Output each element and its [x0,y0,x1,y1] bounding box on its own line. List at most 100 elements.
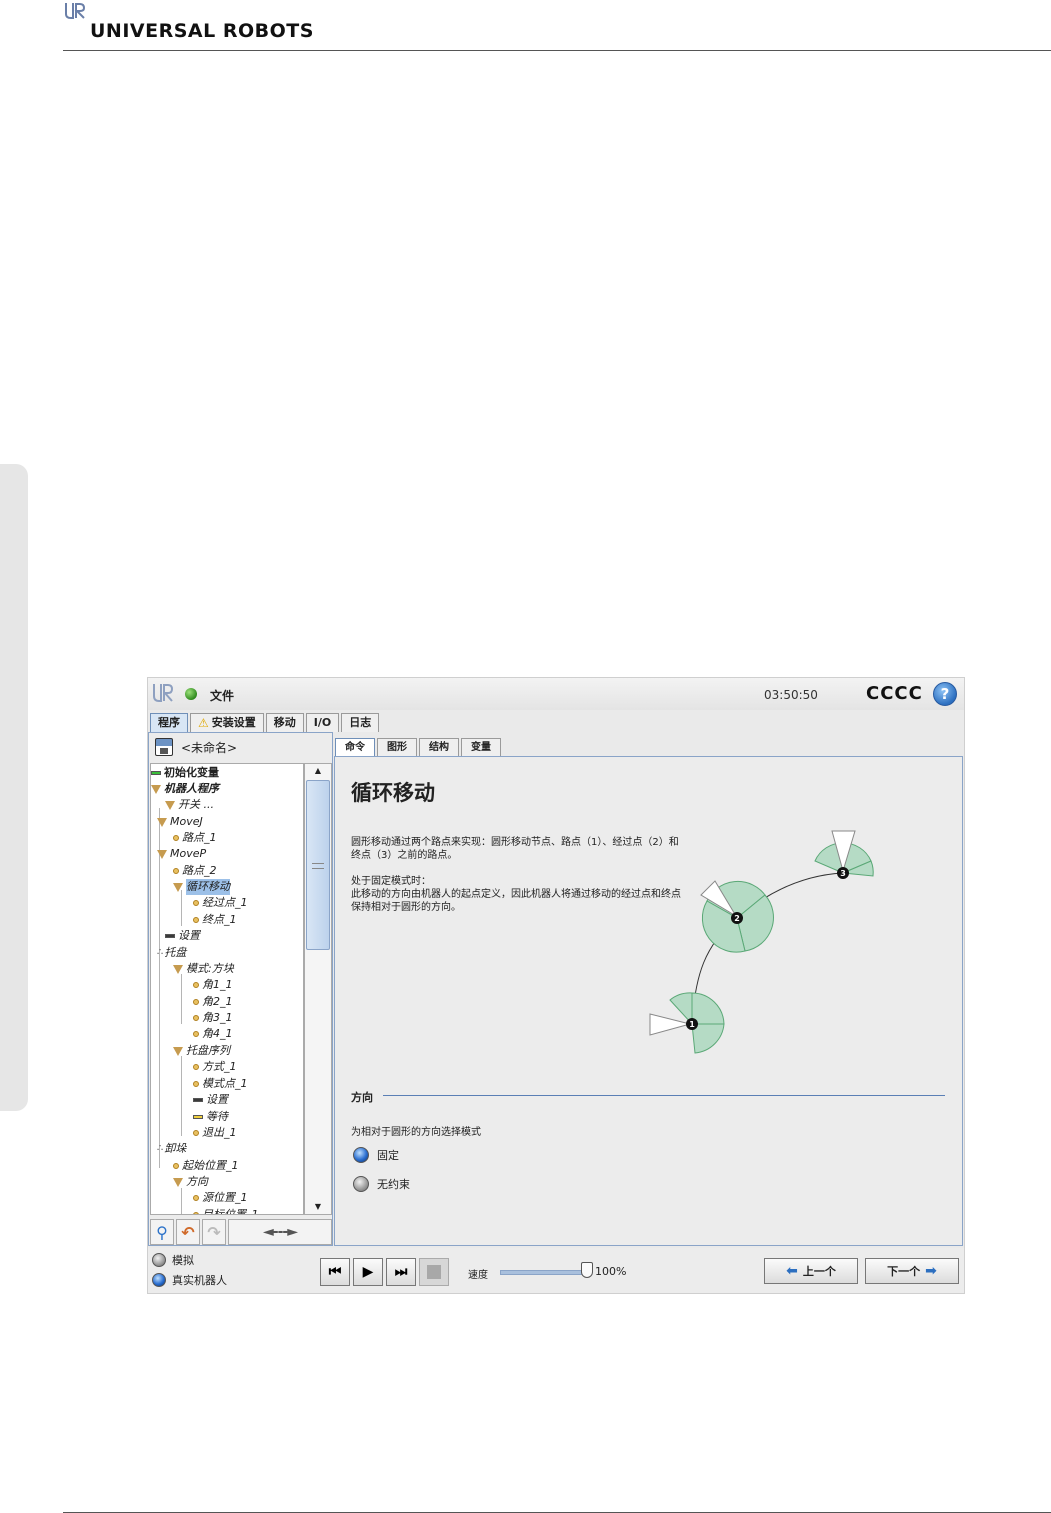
waypoint-icon [193,917,199,923]
clock: 03:50:50 [764,688,818,702]
scroll-down-icon[interactable]: ▼ [305,1200,331,1214]
warning-icon: ⚠ [198,716,209,730]
tree-node[interactable]: 目标位置_1 [193,1207,259,1214]
tab-installation[interactable]: ⚠ 安装设置 [190,713,264,732]
mode-simulation[interactable]: 模拟 [152,1252,194,1268]
move-node-button[interactable]: ◄---► [228,1219,332,1245]
tab-io[interactable]: I/O [305,713,340,732]
tree-node-label: 退出_1 [202,1126,237,1139]
description-paragraph: 此移动的方向由机器人的起点定义，因此机器人将通过移动的经过点和终点保持相对于圆形… [351,889,681,913]
tree-node-label: 开关 ... [178,798,214,811]
undo-icon[interactable]: ↶ [176,1219,200,1245]
tree-node[interactable]: MoveJ [157,814,203,830]
tree-node-label: 方式_1 [202,1060,237,1073]
rewind-icon[interactable]: ⏮ [320,1258,350,1286]
tree-node-label: 角4_1 [202,1027,233,1040]
redo-icon[interactable]: ↷ [202,1219,226,1245]
tree-node[interactable]: 方向 [173,1174,208,1190]
radio-unselected-icon[interactable] [152,1253,166,1267]
tree-node-label: 等待 [206,1110,228,1123]
tree-node[interactable]: 角1_1 [193,977,233,993]
tree-node[interactable]: 起始位置_1 [173,1158,239,1174]
tree-node[interactable]: 托盘序列 [173,1043,230,1059]
robot-status-icon[interactable] [185,688,197,700]
tree-node[interactable]: 路点_1 [173,830,217,846]
tree-node[interactable]: 模式点_1 [193,1076,248,1092]
tab-move[interactable]: 移动 [265,713,304,732]
tree-guide [159,808,160,958]
tree-node-label: 角3_1 [202,1011,233,1024]
program-tree-panel: <未命名> 初始化变量 机器人程序 开关 ... MoveJ 路点_1 MoveP 路点_2… [148,732,333,1246]
tree-node[interactable]: 等待 [193,1109,228,1125]
tree-node[interactable]: 设置 [193,1092,228,1108]
tab-log[interactable]: 日志 [341,713,380,732]
step-icon[interactable]: ⏭ [386,1258,416,1286]
expand-triangle-icon [165,800,175,810]
tree-node[interactable]: 源位置_1 [193,1190,248,1206]
speed-slider[interactable] [500,1270,584,1275]
tree-node[interactable]: 角4_1 [193,1026,233,1042]
tree-node[interactable]: 终点_1 [193,912,237,928]
tab-command[interactable]: 命令 [335,738,375,756]
option-unconstrained[interactable]: 无约束 [353,1176,410,1192]
expand-triangle-icon [173,1177,183,1187]
tree-node-label: 起始位置_1 [182,1159,239,1172]
stop-icon[interactable] [419,1258,449,1286]
play-icon[interactable]: ▶ [353,1258,383,1286]
option-fixed[interactable]: 固定 [353,1147,399,1163]
mode-real-robot[interactable]: 真实机器人 [152,1272,227,1288]
section-title: 方向 [351,1091,373,1104]
tree-node[interactable]: ∴ 托盘 [157,945,186,961]
pallet-icon: ∴ [157,1143,164,1154]
search-icon[interactable]: ⚲ [150,1219,174,1245]
tree-node[interactable]: 角2_1 [193,994,233,1010]
tree-node-label: 模式:方块 [186,962,234,975]
waypoint-icon [193,1015,199,1021]
description-paragraph: 圆形移动通过两个路点来实现：圆形移动节点、路点（1）、经过点（2）和终点（3）之… [351,837,679,861]
robot-name: CCCC [866,683,923,704]
tree-node[interactable]: 经过点_1 [193,895,248,911]
tree-node[interactable]: 退出_1 [193,1125,237,1141]
radio-selected-icon[interactable] [353,1147,369,1163]
next-label: 下一个 [887,1265,921,1278]
tree-node[interactable]: 初始化变量 [151,765,219,781]
scroll-thumb[interactable] [306,780,330,950]
scroll-up-icon[interactable]: ▲ [305,764,331,778]
arrow-left-icon: ⬅ [786,1263,798,1279]
tree-guide [181,1188,182,1214]
tree-node[interactable]: 角3_1 [193,1010,233,1026]
radio-unselected-icon[interactable] [353,1176,369,1192]
set-icon [165,934,175,938]
tab-graphics[interactable]: 图形 [377,738,417,756]
arrow-right-icon: ➡ [925,1263,937,1279]
tree-node[interactable]: 循环移动 [173,879,230,895]
tree-node[interactable]: MoveP [157,846,206,862]
stop-square [427,1265,441,1279]
save-icon[interactable] [155,738,173,756]
tree-node[interactable]: 路点_2 [173,863,217,879]
tree-node-label: 设置 [178,929,200,942]
tree-node[interactable]: ∴ 卸垛 [157,1141,186,1157]
file-menu[interactable]: 文件 [210,687,234,704]
tree-node[interactable]: 设置 [165,928,200,944]
tree-node-label: MoveP [170,847,207,860]
tab-variables[interactable]: 变量 [461,738,501,756]
tree-node[interactable]: 方式_1 [193,1059,237,1075]
speed-fill [501,1271,583,1274]
set-icon [193,1098,203,1102]
grip-icon [312,863,324,869]
tab-program[interactable]: 程序 [150,713,188,732]
tree-scrollbar[interactable]: ▲ ▼ [304,763,332,1215]
waypoint-label: 3 [840,869,846,878]
tab-structure[interactable]: 结构 [419,738,459,756]
tree-node[interactable]: 开关 ... [165,797,214,813]
tree-node-label: 路点_1 [182,831,217,844]
tree-toolbar: ⚲ ↶ ↷ ◄---► [150,1219,332,1245]
speed-slider-handle[interactable] [581,1262,593,1278]
next-button[interactable]: 下一个 ➡ [865,1258,959,1284]
previous-button[interactable]: ⬅ 上一个 [764,1258,858,1284]
tree-node[interactable]: 模式:方块 [173,961,234,977]
radio-selected-icon[interactable] [152,1273,166,1287]
help-icon[interactable]: ? [933,682,957,706]
tree-node[interactable]: 机器人程序 [151,781,219,797]
